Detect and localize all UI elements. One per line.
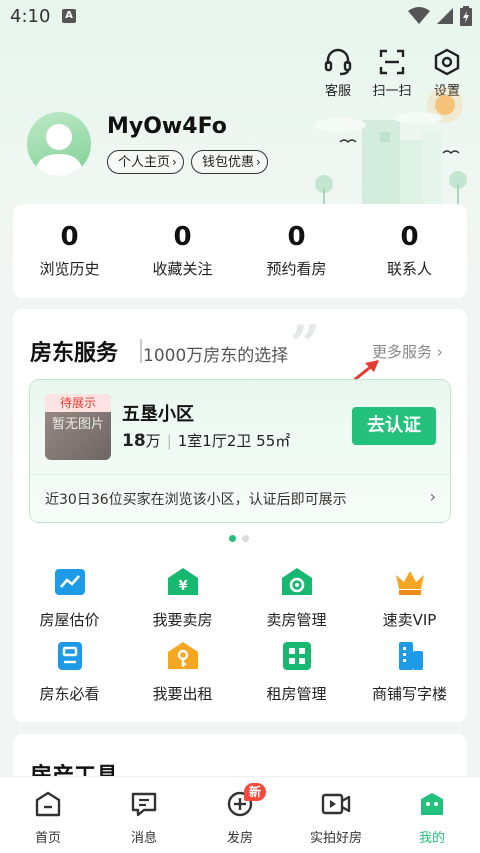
no-image-placeholder: 暂无图片	[51, 417, 104, 432]
homepage-button[interactable]: 个人主页 ›	[107, 150, 184, 174]
status-tag: 待展示	[45, 394, 111, 412]
rental-management-icon	[282, 642, 311, 670]
service-rent-out[interactable]: 我要出租	[126, 641, 239, 704]
stat-browse-history[interactable]: 0 浏览历史	[13, 222, 126, 279]
service-vip[interactable]: 速卖VIP	[353, 567, 466, 630]
new-badge: 新	[244, 783, 267, 801]
carousel-dot-active	[229, 535, 236, 542]
service-label: 速卖VIP	[382, 611, 437, 629]
nav-label: 我的	[418, 831, 445, 846]
listing-info: 18万 | 1室1厅2卫 55㎡	[122, 430, 290, 451]
status-bar: 4:10 A	[0, 0, 480, 34]
nav-home[interactable]: 首页	[0, 791, 96, 846]
home-icon	[35, 791, 61, 817]
username: MyOw4Fo	[107, 114, 227, 139]
rent-out-icon	[167, 642, 198, 669]
verify-button[interactable]: 去认证	[352, 407, 436, 445]
nav-label: 首页	[34, 831, 61, 846]
guide-icon	[57, 642, 82, 670]
chevron-right-icon: ›	[256, 155, 261, 169]
sell-house-icon: ¥	[167, 568, 198, 595]
nav-label: 发房	[226, 831, 253, 846]
listing-thumbnail: 暂无图片 待展示	[45, 394, 111, 460]
service-valuation[interactable]: 房屋估价	[13, 567, 126, 630]
stat-label: 收藏关注	[152, 260, 213, 278]
bottom-nav: 首页 消息 新 发房 实拍好房 我的	[0, 776, 480, 853]
signal-icon	[437, 8, 453, 24]
homepage-label: 个人主页	[118, 155, 171, 170]
chevron-right-icon: ›	[436, 343, 443, 361]
quote-decoration: ”	[290, 315, 320, 376]
wallet-button[interactable]: 钱包优惠 ›	[191, 150, 268, 174]
stat-label: 联系人	[386, 260, 432, 278]
video-icon	[321, 793, 351, 815]
service-rental-management[interactable]: 租房管理	[240, 641, 353, 704]
landlord-services-card: ” 房东服务 1000万房东的选择 更多服务 › 暂无图片 待展示 五垦小区 1…	[13, 309, 467, 722]
service-landlord-guide[interactable]: 房东必看	[13, 641, 126, 704]
chevron-right-icon[interactable]: ›	[430, 487, 436, 506]
divider	[30, 474, 450, 475]
crown-icon	[395, 571, 424, 595]
default-avatar-icon	[35, 124, 83, 176]
service-label: 商铺写字楼	[371, 685, 447, 703]
nav-label: 实拍好房	[309, 831, 362, 846]
community-name: 五垦小区	[122, 404, 194, 425]
stat-value: 0	[60, 222, 79, 252]
wifi-icon	[408, 7, 430, 24]
status-time: 4:10	[10, 6, 51, 27]
service-office-building[interactable]: 商铺写字楼	[353, 641, 466, 704]
stat-value: 0	[287, 222, 306, 252]
pending-listing-card[interactable]: 暂无图片 待展示 五垦小区 18万 | 1室1厅2卫 55㎡ 去认证 近30日36位…	[29, 379, 451, 523]
stat-value: 0	[400, 222, 419, 252]
nav-label: 消息	[130, 831, 157, 846]
carousel-dot	[242, 535, 249, 542]
price-value: 18	[122, 431, 146, 451]
stat-label: 浏览历史	[39, 260, 100, 278]
sale-management-icon	[281, 568, 312, 595]
battery-icon	[460, 6, 472, 26]
service-label: 卖房管理	[266, 611, 327, 629]
nav-video-listings[interactable]: 实拍好房	[288, 791, 384, 846]
service-label: 我要出租	[152, 685, 213, 703]
profile-icon	[421, 793, 443, 815]
stats-card: 0 浏览历史 0 收藏关注 0 预约看房 0 联系人	[13, 204, 467, 298]
house-layout: 1室1厅2卫 55㎡	[177, 432, 291, 450]
city-illustration	[314, 87, 467, 210]
system-icons	[408, 6, 472, 26]
listing-note: 近30日36位买家在浏览该小区，认证后即可展示	[45, 492, 347, 508]
section-title: 房东服务	[30, 341, 119, 366]
stat-viewings[interactable]: 0 预约看房	[240, 222, 353, 279]
chevron-right-icon: ›	[172, 155, 177, 169]
scan-icon	[379, 49, 405, 75]
nav-messages[interactable]: 消息	[96, 791, 192, 846]
stat-label: 预约看房	[266, 260, 327, 278]
service-label: 租房管理	[266, 685, 327, 703]
settings-icon	[434, 48, 460, 76]
nav-profile[interactable]: 我的	[384, 791, 480, 846]
service-label: 房东必看	[39, 685, 100, 703]
svg-text:¥: ¥	[178, 579, 187, 594]
service-label: 我要卖房	[152, 611, 213, 629]
avatar[interactable]	[27, 112, 91, 176]
wallet-label: 钱包优惠	[202, 155, 255, 170]
service-sale-management[interactable]: 卖房管理	[240, 567, 353, 630]
stat-contacts[interactable]: 0 联系人	[353, 222, 466, 279]
service-sell-house[interactable]: ¥ 我要卖房	[126, 567, 239, 630]
info-separator: |	[166, 432, 172, 450]
title-divider	[140, 339, 142, 363]
stat-favorites[interactable]: 0 收藏关注	[126, 222, 239, 279]
stat-value: 0	[173, 222, 192, 252]
office-building-icon	[398, 642, 423, 670]
valuation-icon	[54, 569, 85, 595]
service-label: 房屋估价	[39, 611, 100, 629]
price-unit: 万	[145, 432, 161, 450]
message-icon	[131, 792, 157, 817]
section-subtitle: 1000万房东的选择	[143, 346, 289, 366]
notification-icon: A	[62, 9, 76, 23]
nav-post-listing[interactable]: 新 发房	[192, 783, 288, 846]
headset-icon	[324, 48, 352, 76]
carousel-indicator	[229, 535, 249, 542]
